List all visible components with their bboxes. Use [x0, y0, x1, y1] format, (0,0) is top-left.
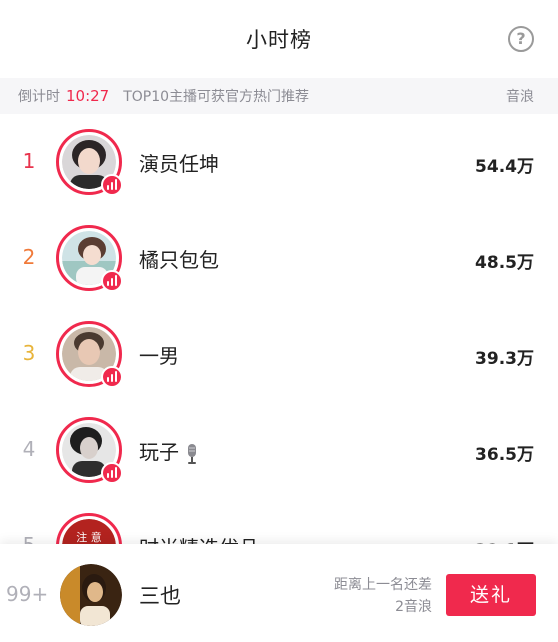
avatar-text: 注 意 — [76, 530, 102, 544]
my-rank-number: 99+ — [6, 582, 49, 606]
list-item[interactable]: 4 玩子 36.5万 — [0, 402, 558, 498]
streamer-name: 玩子 — [139, 436, 199, 465]
countdown-label: 倒计时 — [18, 89, 60, 105]
rank-number: 2 — [22, 245, 36, 269]
avatar[interactable] — [56, 225, 123, 292]
my-name: 三也 — [139, 584, 181, 608]
score-value: 32.1万 — [475, 536, 534, 544]
streamer-name-text: 玩子 — [139, 440, 179, 464]
avatar[interactable] — [56, 417, 123, 484]
list-item[interactable]: 5 注 意 时尚精选优品 32.1万 — [0, 498, 558, 544]
page-title: 小时榜 — [246, 28, 312, 52]
live-badge-icon — [101, 270, 123, 292]
avatar-photo: 注 意 — [62, 519, 116, 544]
streamer-name: 演员任坤 — [139, 152, 219, 176]
countdown-time: 10:27 — [66, 87, 110, 105]
live-badge-icon — [101, 462, 123, 484]
score-value: 54.4万 — [475, 157, 534, 177]
list-item[interactable]: 1 演员任坤 54.4万 — [0, 114, 558, 210]
list-item[interactable]: 2 橘只包包 48.5万 — [0, 210, 558, 306]
score-value: 39.3万 — [475, 349, 534, 369]
streamer-name: 橘只包包 — [139, 248, 219, 272]
info-bar: 倒计时 10:27 TOP10主播可获官方热门推荐 音浪 — [0, 78, 558, 114]
rank-number: 4 — [22, 437, 36, 461]
streamer-name: 一男 — [139, 344, 179, 368]
score-value: 36.5万 — [475, 445, 534, 465]
gap-line-2: 2音浪 — [395, 599, 432, 615]
rank-number: 3 — [22, 341, 36, 365]
help-icon[interactable]: ? — [508, 26, 534, 52]
my-rank-bar: 99+ 三也 距离上一名还差 2音浪 送礼 — [0, 544, 558, 642]
list-item[interactable]: 3 一男 39.3万 — [0, 306, 558, 402]
send-gift-button[interactable]: 送礼 — [446, 574, 536, 616]
live-badge-icon — [101, 174, 123, 196]
avatar[interactable] — [56, 321, 123, 388]
live-badge-icon — [101, 366, 123, 388]
rank-number: 1 — [22, 149, 36, 173]
promotion-tip: TOP10主播可获官方热门推荐 — [123, 89, 310, 105]
microphone-icon — [185, 443, 199, 465]
avatar[interactable] — [56, 129, 123, 196]
unit-label: 音浪 — [506, 89, 534, 105]
ranking-list: 1 演员任坤 54.4万 2 橘只包包 48.5万 3 一男 39.3万 4 玩… — [0, 114, 558, 544]
rank-number: 5 — [16, 533, 42, 544]
gap-to-previous: 距离上一名还差 2音浪 — [334, 574, 432, 618]
my-avatar[interactable] — [60, 564, 122, 626]
avatar[interactable]: 注 意 — [56, 513, 122, 544]
score-value: 48.5万 — [475, 253, 534, 273]
streamer-name: 时尚精选优品 — [139, 532, 259, 544]
header: 小时榜 ? — [0, 0, 558, 78]
gap-line-1: 距离上一名还差 — [334, 577, 432, 593]
